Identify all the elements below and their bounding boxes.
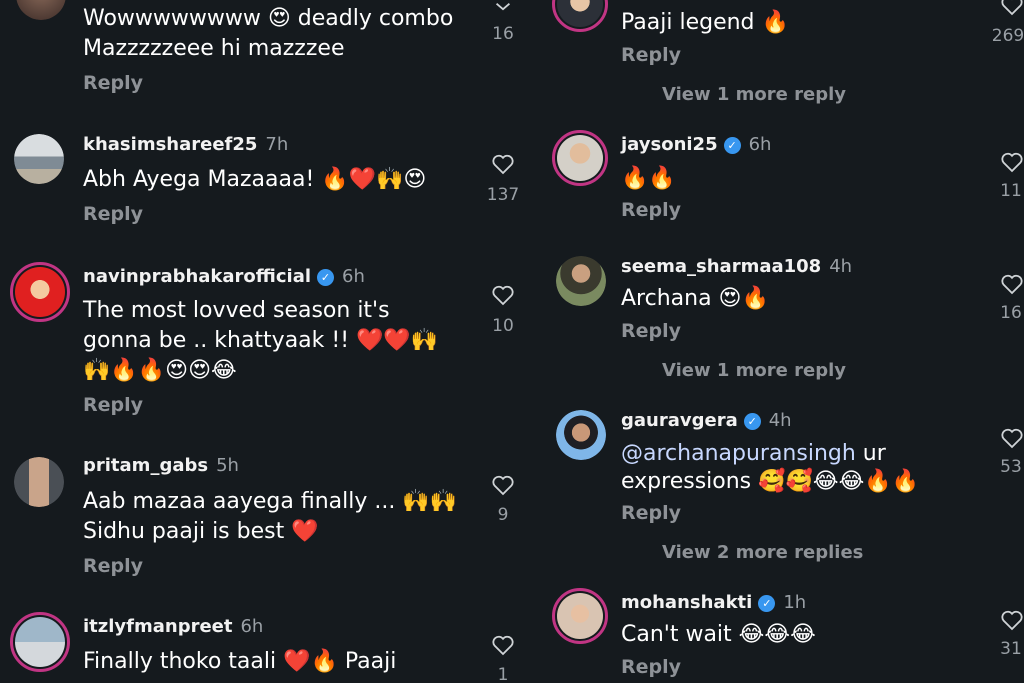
verified-badge-icon: ✓	[758, 594, 776, 612]
view-more-replies[interactable]: View 1 more reply	[662, 360, 846, 381]
heart-icon[interactable]	[491, 474, 515, 496]
avatar[interactable]	[552, 130, 608, 186]
avatar[interactable]	[556, 256, 606, 306]
heart-icon[interactable]	[491, 634, 515, 656]
reply-button[interactable]: Reply	[621, 502, 681, 524]
reply-button[interactable]: Reply	[83, 555, 143, 577]
comment-text: Paaji legend 🔥	[621, 10, 789, 35]
comments-column-left: Wowwwwwwww 😍 deadly combo Mazzzzzeee hi …	[0, 0, 540, 683]
comment-text: Aab mazaa aayega finally ... 🙌🙌	[83, 489, 458, 514]
comment-text: The most lovved season it's	[83, 298, 390, 323]
like-count: 269	[991, 26, 1024, 46]
like-count: 11	[1000, 181, 1022, 201]
avatar[interactable]	[14, 457, 64, 507]
username[interactable]: khasimshareef25 7h	[83, 134, 288, 155]
reply-button[interactable]: Reply	[621, 199, 681, 221]
reply-button[interactable]: Reply	[83, 394, 143, 416]
timestamp: 7h	[265, 134, 289, 155]
mention-link[interactable]: @archanapuransingh	[621, 441, 856, 466]
comment-text: Archana 😍🔥	[621, 286, 769, 311]
like-count: 16	[1000, 303, 1022, 323]
like-count: 9	[497, 505, 509, 525]
timestamp: 6h	[240, 616, 264, 637]
comment-text: Abh Ayega Mazaaaa! 🔥❤️🙌😍	[83, 167, 427, 192]
reply-button[interactable]: Reply	[621, 656, 681, 678]
comment-text: Mazzzzzeee hi mazzzee	[83, 36, 345, 61]
heart-icon[interactable]	[1000, 427, 1024, 449]
username[interactable]: mohanshakti ✓ 1h	[621, 592, 806, 613]
comment-text: gonna be .. khattyaak !! ❤️❤️🙌	[83, 328, 439, 353]
comment-text: @archanapuransingh ur	[621, 441, 886, 466]
username[interactable]: navinprabhakarofficial ✓ 6h	[83, 266, 365, 287]
avatar[interactable]	[552, 588, 608, 644]
comment-text: 🔥🔥	[621, 166, 676, 191]
verified-badge-icon: ✓	[743, 412, 761, 430]
like-count: 53	[1000, 457, 1022, 477]
reply-button[interactable]: Reply	[621, 44, 681, 66]
view-more-replies[interactable]: View 1 more reply	[662, 84, 846, 105]
heart-icon[interactable]	[1000, 609, 1024, 631]
comment-text: 🙌🔥🔥😍😍😂	[83, 358, 237, 383]
username[interactable]: seema_sharmaa108 4h	[621, 256, 852, 277]
reply-button[interactable]: Reply	[83, 203, 143, 225]
avatar[interactable]	[10, 612, 70, 672]
like-count: 1	[497, 665, 509, 683]
view-more-replies[interactable]: View 2 more replies	[662, 542, 863, 563]
comment-text: Wowwwwwwww 😍 deadly combo	[83, 6, 454, 31]
timestamp: 4h	[768, 410, 792, 431]
heart-icon[interactable]	[491, 153, 515, 175]
comments-column-right: Paaji legend 🔥 Reply 269 View 1 more rep…	[540, 0, 1024, 683]
avatar[interactable]	[552, 0, 608, 32]
comment-text: Sidhu paaji is best ❤️	[83, 519, 319, 544]
comment-text: expressions 🥰🥰😂😂🔥🔥	[621, 469, 920, 494]
timestamp: 1h	[783, 592, 807, 613]
comment-text: Finally thoko taali ❤️🔥 Paaji	[83, 649, 397, 674]
avatar[interactable]	[16, 0, 66, 20]
heart-icon[interactable]	[1000, 273, 1024, 295]
like-count: 10	[492, 316, 514, 336]
timestamp: 6h	[748, 134, 772, 155]
timestamp: 4h	[829, 256, 853, 277]
avatar[interactable]	[10, 262, 70, 322]
like-count: 137	[486, 185, 520, 205]
verified-badge-icon: ✓	[317, 268, 335, 286]
chevron-icon[interactable]	[491, 0, 515, 22]
avatar[interactable]	[556, 410, 606, 460]
reply-button[interactable]: Reply	[621, 320, 681, 342]
username[interactable]: pritam_gabs 5h	[83, 455, 239, 476]
timestamp: 6h	[342, 266, 365, 287]
verified-badge-icon: ✓	[723, 136, 741, 154]
heart-icon[interactable]	[1000, 0, 1024, 16]
username[interactable]: itzlyfmanpreet 6h	[83, 616, 263, 637]
avatar[interactable]	[14, 134, 64, 184]
like-count: 16	[492, 24, 514, 44]
timestamp: 5h	[216, 455, 239, 476]
reply-button[interactable]: Reply	[83, 72, 143, 94]
username[interactable]: gauravgera ✓ 4h	[621, 410, 792, 431]
like-count: 31	[1000, 639, 1022, 659]
comment-text: Can't wait 😂😂😂	[621, 622, 816, 647]
heart-icon[interactable]	[1000, 151, 1024, 173]
heart-icon[interactable]	[491, 284, 515, 306]
username[interactable]: jaysoni25 ✓ 6h	[621, 134, 771, 155]
